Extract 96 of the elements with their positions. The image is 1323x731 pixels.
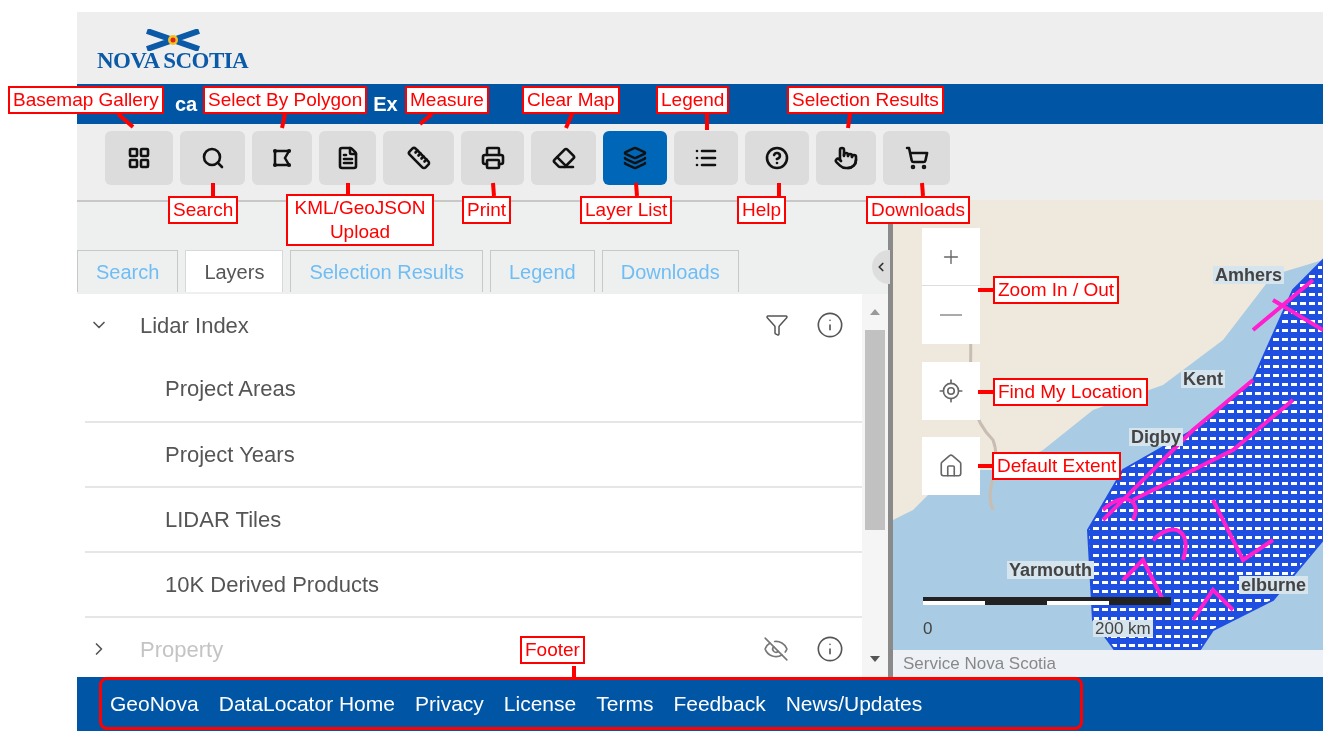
printer-icon (480, 146, 505, 170)
annotation-label: KML/GeoJSON Upload (286, 194, 434, 246)
annotation-label: Footer (520, 636, 585, 664)
footer-link[interactable]: Terms (596, 688, 654, 720)
leader-line (491, 182, 496, 197)
layer-group-label: Property (140, 635, 224, 664)
leader-line (116, 112, 135, 129)
grid-icon (127, 146, 151, 170)
annotation-label: Clear Map (522, 86, 620, 114)
map-place-label: elburne (1239, 576, 1308, 594)
footer-link[interactable]: Feedback (673, 688, 766, 720)
annotation-label: Legend (656, 86, 730, 114)
info-icon[interactable] (816, 635, 844, 663)
layers-icon (623, 146, 647, 170)
map-place-label: Kent (1181, 370, 1225, 388)
leader-line (978, 390, 993, 394)
annotation-label: Find My Location (993, 378, 1148, 406)
toolbar-button[interactable] (674, 131, 738, 185)
leader-line (346, 183, 350, 194)
layer-row[interactable]: Project Years (85, 421, 862, 486)
annotation-label: Measure (405, 86, 489, 114)
toolbar-button[interactable] (531, 131, 596, 185)
layer-row[interactable]: 10K Derived Products (85, 551, 862, 616)
layer-label: 10K Derived Products (165, 571, 379, 599)
annotation-label: Downloads (866, 196, 970, 224)
layer-row[interactable]: Project Areas (85, 356, 862, 421)
filter-icon[interactable] (765, 312, 789, 338)
toolbar-button[interactable] (252, 131, 312, 185)
map-place-label: Amhers (1213, 266, 1285, 284)
leader-line (564, 113, 574, 129)
annotation-label: Zoom In / Out (993, 276, 1120, 304)
layer-label: Project Areas (165, 375, 296, 403)
layer-row[interactable]: LIDAR Tiles (85, 486, 862, 551)
annotation-label: Select By Polygon (203, 86, 368, 114)
scrollbar-thumb[interactable] (865, 330, 885, 530)
pointing-hand-icon (834, 146, 858, 170)
scale-label: 0 (923, 620, 933, 637)
toolbar-button[interactable] (383, 131, 454, 185)
help-icon (765, 146, 789, 170)
annotation-label: Basemap Gallery (8, 86, 164, 114)
home-button[interactable] (922, 437, 980, 495)
home-icon (938, 453, 964, 479)
locate-button[interactable] (922, 362, 980, 420)
footer-link[interactable]: License (503, 688, 577, 720)
toolbar-button[interactable] (816, 131, 876, 185)
toolbar-button[interactable] (745, 131, 809, 185)
annotation-label: Layer List (580, 196, 673, 224)
logo-text: NOVA SCOTIA (97, 49, 249, 72)
annotation-label: Help (737, 196, 787, 224)
leader-line (634, 182, 639, 197)
panel-tab[interactable]: Layers (185, 250, 284, 292)
annotation-label: Default Extent (992, 452, 1122, 480)
polygon-icon (270, 146, 294, 170)
layer-group-label: Lidar Index (140, 311, 249, 340)
leader-line (572, 666, 576, 678)
layer-label: Project Years (165, 441, 295, 469)
eraser-icon (551, 146, 576, 170)
scroll-up-icon[interactable] (869, 308, 881, 316)
annotation-label: Print (462, 196, 512, 224)
annotation-label: Search (168, 196, 239, 224)
map-place-label: Yarmouth (1007, 561, 1094, 579)
title-text: ca (175, 92, 198, 117)
minus-icon (940, 314, 962, 316)
toolbar-button[interactable] (461, 131, 524, 185)
toolbar-button[interactable] (319, 131, 376, 185)
attribution-text: Service Nova Scotia (903, 652, 1057, 675)
title-text: Ex (373, 92, 398, 117)
scroll-down-icon[interactable] (869, 655, 881, 663)
cart-icon (904, 146, 929, 170)
leader-line (920, 182, 925, 197)
map-place-label: Digby (1129, 428, 1183, 446)
leader-line (978, 288, 993, 292)
leader-line (978, 464, 992, 468)
toolbar-button[interactable] (105, 131, 173, 185)
footer-link[interactable]: Privacy (415, 688, 484, 720)
annotation-label: Selection Results (787, 86, 944, 114)
search-icon (200, 146, 225, 170)
leader-line (846, 113, 852, 129)
leader-line (211, 183, 215, 196)
logo[interactable]: NOVA SCOTIA (97, 29, 249, 72)
leader-line (777, 183, 781, 196)
leader-line (280, 113, 287, 129)
layer-label: LIDAR Tiles (165, 506, 282, 534)
leader-line (418, 112, 434, 126)
toolbar-button[interactable] (883, 131, 950, 185)
leader-line (705, 114, 709, 130)
footer-link[interactable]: News/Updates (785, 688, 923, 720)
crosshair-icon (938, 378, 964, 404)
footer-link[interactable]: GeoNova (110, 688, 199, 720)
eye-off-icon[interactable] (763, 636, 789, 662)
footer-link[interactable]: DataLocator Home (218, 688, 395, 720)
ruler-icon (406, 146, 431, 170)
toolbar-button[interactable] (180, 131, 245, 185)
scale-label: 200 km (1093, 620, 1153, 637)
info-icon[interactable] (816, 311, 844, 339)
scrollbar[interactable] (862, 294, 888, 677)
